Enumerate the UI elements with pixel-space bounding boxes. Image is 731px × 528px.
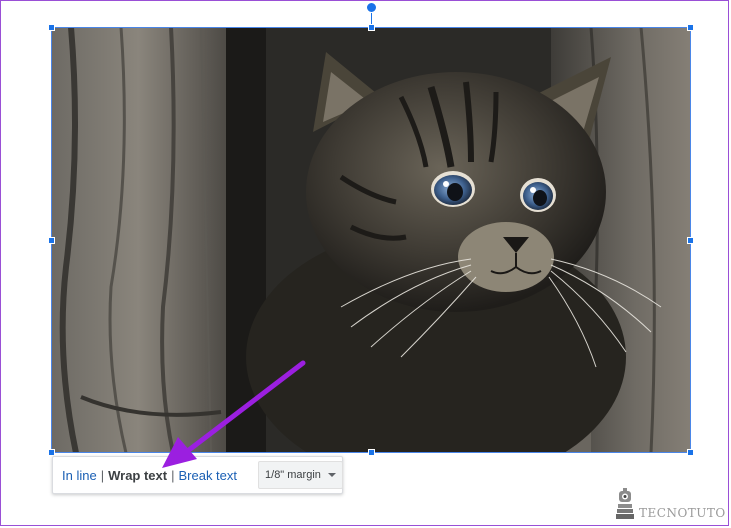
- annotation-arrow: [162, 360, 306, 468]
- robot-logo-icon: [616, 488, 634, 519]
- watermark: TECNOTUTO: [614, 488, 726, 524]
- watermark-text: TECNOTUTO: [639, 506, 726, 520]
